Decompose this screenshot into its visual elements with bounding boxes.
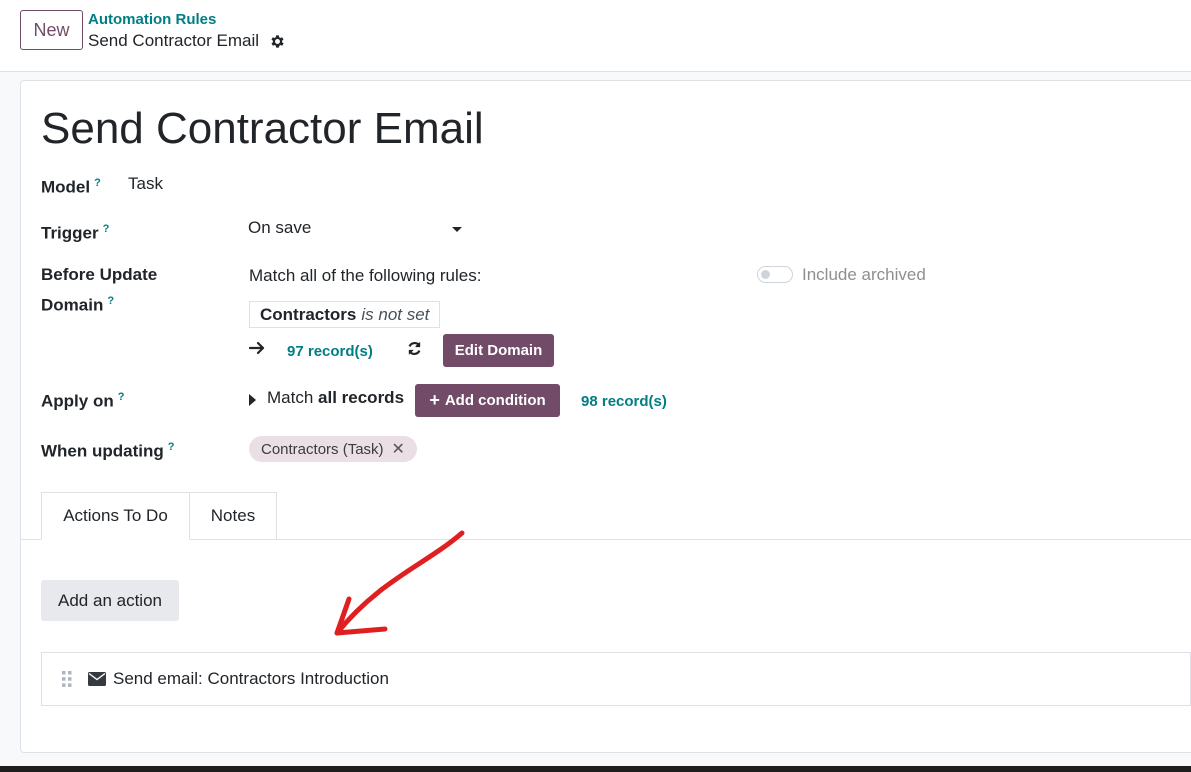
breadcrumb-parent-link[interactable]: Automation Rules (88, 11, 216, 28)
apply-on-match-bold: all records (318, 388, 405, 407)
when-updating-tag[interactable]: Contractors (Task) ✕ (249, 436, 417, 462)
domain-rule-operator: is not set (361, 305, 430, 324)
trigger-select-value: On save (248, 218, 312, 237)
arrow-right-icon (249, 341, 265, 355)
when-updating-help-icon[interactable]: ? (168, 441, 175, 453)
gear-icon[interactable] (269, 33, 286, 50)
when-updating-label-text: When updating (41, 441, 164, 461)
list-item[interactable]: Send email: Contractors Introduction (41, 652, 1191, 706)
apply-record-count-link[interactable]: 98 record(s) (581, 393, 667, 410)
tab-notes[interactable]: Notes (190, 492, 277, 540)
add-condition-label: Add condition (444, 392, 546, 409)
apply-on-label-text: Apply on (41, 391, 114, 411)
refresh-icon[interactable] (406, 340, 423, 357)
before-update-domain-label: Before Update Domain? (41, 262, 157, 319)
add-condition-button[interactable]: + Add condition (415, 384, 560, 417)
model-label: Model? (41, 170, 101, 201)
trigger-label-text: Trigger (41, 223, 99, 243)
chevron-down-icon[interactable] (452, 227, 462, 232)
before-update-label-line1: Before Update (41, 265, 158, 284)
include-archived-label[interactable]: Include archived (802, 265, 926, 285)
match-all-rules-text: Match all of the following rules: (249, 266, 482, 285)
apply-on-help-icon[interactable]: ? (118, 391, 125, 403)
model-value: Task (128, 174, 163, 193)
domain-record-count-link[interactable]: 97 record(s) (287, 343, 373, 360)
apply-on-match-text[interactable]: Match all records (267, 388, 404, 408)
plus-icon: + (429, 390, 440, 410)
drag-handle-icon[interactable] (61, 670, 73, 688)
before-update-help-icon[interactable]: ? (107, 295, 114, 307)
new-button[interactable]: New (20, 10, 83, 50)
tab-actions-to-do[interactable]: Actions To Do (41, 492, 190, 540)
when-updating-label: When updating? (41, 434, 175, 465)
action-item-label[interactable]: Send email: Contractors Introduction (113, 669, 389, 689)
record-title[interactable]: Send Contractor Email (41, 104, 484, 154)
envelope-icon (88, 672, 106, 686)
caret-right-icon[interactable] (248, 393, 257, 407)
model-help-icon[interactable]: ? (94, 177, 101, 189)
include-archived-toggle[interactable] (757, 266, 793, 283)
add-action-button[interactable]: Add an action (41, 580, 179, 621)
before-update-label-line2: Domain (41, 295, 104, 315)
domain-rule[interactable]: Contractors is not set (249, 301, 441, 328)
trigger-help-icon[interactable]: ? (103, 223, 110, 235)
control-panel: New Automation Rules Send Contractor Ema… (0, 0, 1191, 72)
trigger-select[interactable]: On save (248, 218, 468, 242)
close-icon[interactable]: ✕ (392, 439, 405, 459)
apply-on-match-prefix: Match (267, 388, 314, 407)
domain-rule-field: Contractors (260, 305, 357, 324)
trigger-label: Trigger? (41, 216, 109, 247)
tag-label: Contractors (Task) (261, 440, 384, 458)
taskbar-strip (0, 766, 1191, 772)
breadcrumb-current: Send Contractor Email (88, 31, 260, 50)
apply-on-label: Apply on? (41, 384, 124, 415)
edit-domain-button[interactable]: Edit Domain (443, 334, 554, 367)
model-label-text: Model (41, 177, 91, 197)
